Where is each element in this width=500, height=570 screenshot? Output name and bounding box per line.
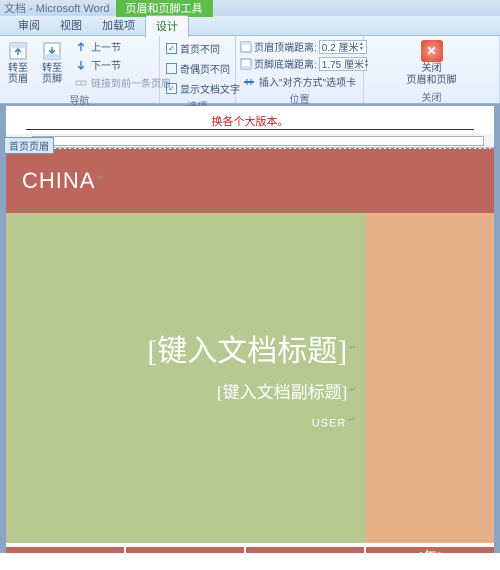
arrow-up-icon	[74, 40, 88, 54]
header-distance-label: 页眉顶端距离:	[254, 39, 317, 54]
checkbox-checked-icon: ✓	[166, 43, 177, 54]
cover-right-column	[366, 213, 494, 543]
checkbox-unchecked-icon	[166, 63, 177, 74]
paragraph-mark-icon: ↵	[349, 385, 356, 394]
align-tab-icon	[242, 75, 256, 89]
check-diff-oddeven[interactable]: 奇偶页不同	[164, 60, 242, 77]
tab-review[interactable]: 审阅	[8, 15, 50, 36]
footer-distance-row: 页脚底端距离: 1.75 厘米 ▲▼	[240, 56, 367, 71]
red-text[interactable]: 换各个大版本。	[212, 116, 289, 128]
group-close-label: 关闭	[368, 88, 495, 106]
footer-distance-value: 1.75 厘米	[322, 56, 364, 71]
header-distance-icon	[240, 41, 252, 53]
body-text-line: 换各个大版本。	[6, 112, 494, 132]
close-label-2: 页眉和页脚	[407, 75, 457, 86]
show-doc-label: 显示文档文字	[180, 81, 240, 96]
arrow-down-icon	[74, 58, 88, 72]
cover-year-placeholder[interactable]: [年]	[366, 547, 494, 553]
goto-footer-button[interactable]: 转至页脚	[38, 38, 66, 87]
diff-first-label: 首页不同	[180, 41, 220, 56]
diff-oddeven-label: 奇偶页不同	[180, 61, 230, 76]
prev-section-label: 上一节	[91, 39, 121, 54]
link-icon	[74, 76, 88, 90]
check-diff-first[interactable]: ✓ 首页不同	[164, 40, 242, 57]
footer-distance-input[interactable]: 1.75 厘米 ▲▼	[319, 57, 367, 71]
header-tag: 首页页眉	[4, 137, 54, 154]
goto-footer-label: 转至页脚	[41, 63, 63, 85]
cover-company[interactable]: CHINA↵	[22, 168, 105, 194]
footer-distance-label: 页脚底端距离:	[254, 56, 317, 71]
prev-section-button[interactable]: 上一节	[72, 38, 173, 55]
cover-title-placeholder[interactable]: [键入文档标题]↵	[147, 326, 356, 370]
cover-title-block: [键入文档标题]↵ [键入文档副标题]↵ USER↵	[6, 213, 366, 543]
group-position: 页眉顶端距离: 0.2 厘米 ▲▼ 页脚底端距离: 1.75 厘米 ▲▼	[236, 36, 364, 103]
tab-design[interactable]: 设计	[145, 15, 189, 38]
cover-bottom-cell	[246, 547, 364, 553]
horizontal-ruler[interactable]	[6, 134, 494, 148]
next-section-label: 下一节	[91, 57, 121, 72]
header-distance-value: 0.2 厘米	[322, 39, 359, 54]
cover-bottom-cell	[6, 547, 124, 553]
tab-addins[interactable]: 加载项	[92, 15, 145, 36]
group-close: ✕ 关闭 页眉和页脚 关闭	[364, 36, 500, 103]
footer-icon	[41, 40, 63, 62]
ribbon: 转至页眉 转至页脚 上一节 下一节 链接到前一条页眉	[0, 36, 500, 104]
paragraph-mark-icon: ↵	[97, 173, 105, 182]
group-navigation: 转至页眉 转至页脚 上一节 下一节 链接到前一条页眉	[0, 36, 160, 103]
link-previous-label: 链接到前一条页眉	[91, 75, 171, 90]
goto-header-label: 转至页眉	[7, 63, 29, 85]
cover-bottom-row: [年]	[6, 547, 494, 553]
check-show-doc[interactable]: ✓ 显示文档文字	[164, 80, 242, 97]
close-header-footer-button[interactable]: ✕ 关闭 页眉和页脚	[404, 38, 460, 88]
cover-top-band: CHINA↵	[6, 149, 494, 213]
cover-page: CHINA↵ [键入文档标题]↵ [键入文档副标题]↵ USER↵	[6, 149, 494, 553]
goto-header-button[interactable]: 转至页眉	[4, 38, 32, 87]
group-options: ✓ 首页不同 奇偶页不同 ✓ 显示文档文字 选项	[160, 36, 236, 103]
header-zone[interactable]: 首页页眉 CHINA↵ [键入文档标题]↵ [键入文档副标题]↵ USER↵	[6, 148, 494, 553]
footer-distance-icon	[240, 58, 252, 70]
page: 换各个大版本。 首页页眉 CHINA↵ [键入文档标题]↵ [键入文档副标题]↵	[6, 106, 494, 553]
cover-subtitle-placeholder[interactable]: [键入文档副标题]↵	[217, 378, 356, 403]
insert-align-tab-button[interactable]: 插入"对齐方式"选项卡	[240, 73, 367, 90]
close-icon: ✕	[421, 40, 443, 62]
window-title: 文档 - Microsoft Word	[4, 0, 110, 16]
header-distance-input[interactable]: 0.2 厘米 ▲▼	[319, 40, 367, 54]
insert-align-label: 插入"对齐方式"选项卡	[259, 74, 356, 89]
cover-bottom-cell	[126, 547, 244, 553]
document-area: 换各个大版本。 首页页眉 CHINA↵ [键入文档标题]↵ [键入文档副标题]↵	[0, 104, 500, 553]
ribbon-tabs: 审阅 视图 加载项 设计	[0, 16, 500, 36]
header-distance-row: 页眉顶端距离: 0.2 厘米 ▲▼	[240, 39, 367, 54]
close-label-1: 关闭	[422, 63, 442, 74]
cover-user[interactable]: USER↵	[312, 415, 356, 430]
link-previous-button[interactable]: 链接到前一条页眉	[72, 74, 173, 91]
paragraph-mark-icon: ↵	[348, 415, 356, 424]
next-section-button[interactable]: 下一节	[72, 56, 173, 73]
header-icon	[7, 40, 29, 62]
tab-view[interactable]: 视图	[50, 15, 92, 36]
title-bar: 文档 - Microsoft Word 页眉和页脚工具	[0, 0, 500, 16]
paragraph-mark-icon: ↵	[349, 343, 356, 352]
